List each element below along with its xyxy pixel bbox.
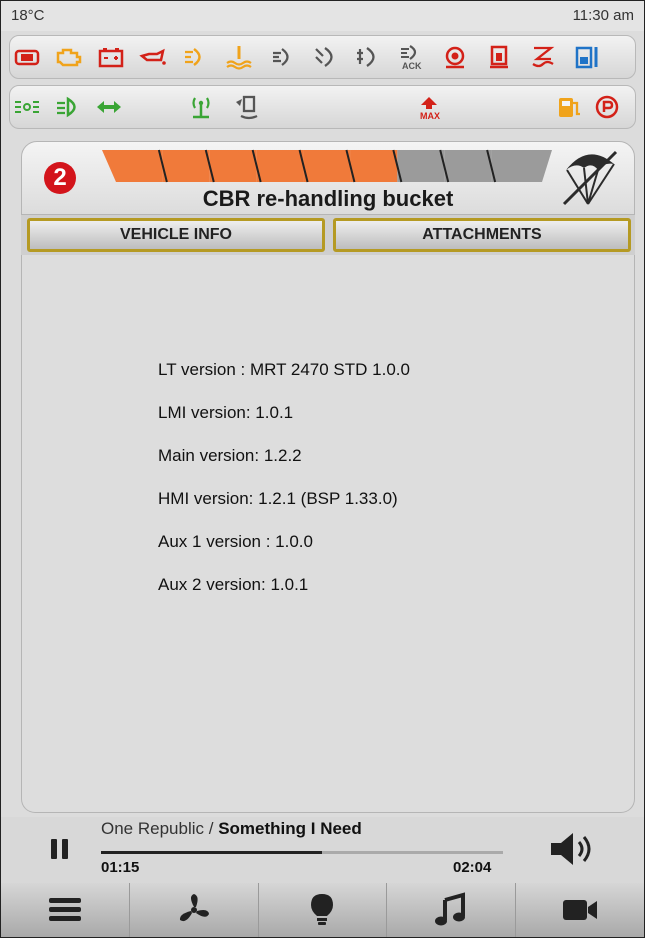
track-info: One Republic / Something I Need	[101, 819, 362, 839]
track-duration: 02:04	[453, 859, 492, 876]
music-note-icon	[435, 892, 466, 926]
hydraulic-pressure-icon	[354, 43, 384, 71]
outside-temperature: 18°C	[11, 7, 45, 24]
indicator-lights-row-2: MAX	[9, 85, 636, 129]
playback-progress-fill	[101, 851, 323, 854]
aux1-version: Aux 1 version : 1.0.0	[158, 532, 313, 551]
stop-engine-icon	[12, 43, 42, 71]
hydraulic-filter-icon	[180, 43, 210, 71]
level-segment	[209, 150, 257, 182]
attachment-header: 2 CBR re-handling bucket	[21, 141, 635, 215]
menu-icon	[48, 898, 81, 921]
fuel-level-icon	[554, 93, 584, 121]
level-segment	[444, 150, 492, 182]
status-bar: 18°C 11:30 am	[1, 1, 644, 31]
oil-pressure-icon	[138, 43, 168, 71]
hmi-version: HMI version: 1.2.1 (BSP 1.33.0)	[158, 489, 398, 508]
level-segment	[491, 150, 552, 182]
light-bulb-icon	[311, 894, 334, 925]
tab-vehicle-info[interactable]: VEHICLE INFO	[27, 218, 325, 252]
nav-fan-button[interactable]	[129, 883, 259, 937]
volume-icon[interactable]	[549, 831, 597, 867]
max-load-icon: MAX	[414, 93, 444, 121]
position-lights-icon	[12, 93, 42, 121]
radio-remote-icon	[186, 93, 216, 121]
track-artist: One Republic	[101, 819, 205, 838]
track-separator: /	[204, 819, 219, 838]
nav-menu-button[interactable]	[1, 883, 130, 937]
level-segment	[350, 150, 398, 182]
display-screen: 18°C 11:30 am ACK MAX 2 CBR re-handling …	[0, 0, 645, 938]
nav-music-button[interactable]	[387, 883, 517, 937]
level-segment	[256, 150, 304, 182]
media-player: One Republic / Something I Need 01:15 02…	[1, 817, 644, 883]
seat-belt-icon	[484, 43, 514, 71]
tab-attachments[interactable]: ATTACHMENTS	[333, 218, 631, 252]
low-beam-icon	[54, 93, 84, 121]
pause-button[interactable]	[51, 839, 69, 859]
level-segment	[303, 150, 351, 182]
parachute-icon[interactable]	[558, 148, 620, 208]
coolant-temperature-icon	[224, 43, 254, 71]
hydraulic-oil-level-icon	[572, 43, 602, 71]
pause-icon	[51, 839, 57, 859]
video-camera-icon	[563, 900, 598, 920]
lmi-acknowledge-icon: ACK	[396, 43, 426, 71]
boom-leveling-icon	[232, 93, 262, 121]
track-title: Something I Need	[218, 819, 362, 838]
lt-version: LT version : MRT 2470 STD 1.0.0	[158, 360, 410, 379]
parking-brake-icon	[592, 93, 622, 121]
attachment-level-bar	[102, 149, 552, 183]
playback-progress[interactable]	[101, 851, 503, 854]
turn-signals-icon	[94, 93, 124, 121]
lmi-version: LMI version: 1.0.1	[158, 403, 294, 422]
level-segment	[397, 150, 445, 182]
vehicle-info-panel: LT version : MRT 2470 STD 1.0.0 LMI vers…	[21, 255, 635, 813]
transmission-temperature-icon	[268, 43, 298, 71]
stabilizer-icon	[528, 43, 558, 71]
level-segment	[102, 150, 163, 182]
clock: 11:30 am	[572, 7, 634, 24]
level-segment	[162, 150, 210, 182]
elapsed-time: 01:15	[101, 859, 140, 876]
bottom-navigation	[1, 883, 644, 937]
attachment-name: CBR re-handling bucket	[202, 186, 454, 211]
fan-icon	[179, 894, 209, 922]
lmi-acknowledge-label: ACK	[402, 61, 422, 71]
transmission-pressure-icon	[312, 43, 342, 71]
battery-icon	[96, 43, 126, 71]
version-list: LT version : MRT 2470 STD 1.0.0 LMI vers…	[158, 355, 410, 613]
nav-lights-button[interactable]	[258, 883, 388, 937]
warning-lights-row-1: ACK	[9, 35, 636, 79]
pause-icon-bar	[62, 839, 68, 859]
engine-check-icon	[54, 43, 84, 71]
brake-warning-icon	[440, 43, 470, 71]
aux2-version: Aux 2 version: 1.0.1	[158, 575, 309, 594]
main-version: Main version: 1.2.2	[158, 446, 302, 465]
nav-camera-button[interactable]	[516, 883, 644, 937]
info-tabs: VEHICLE INFO ATTACHMENTS	[21, 215, 635, 255]
max-load-label: MAX	[420, 111, 440, 121]
